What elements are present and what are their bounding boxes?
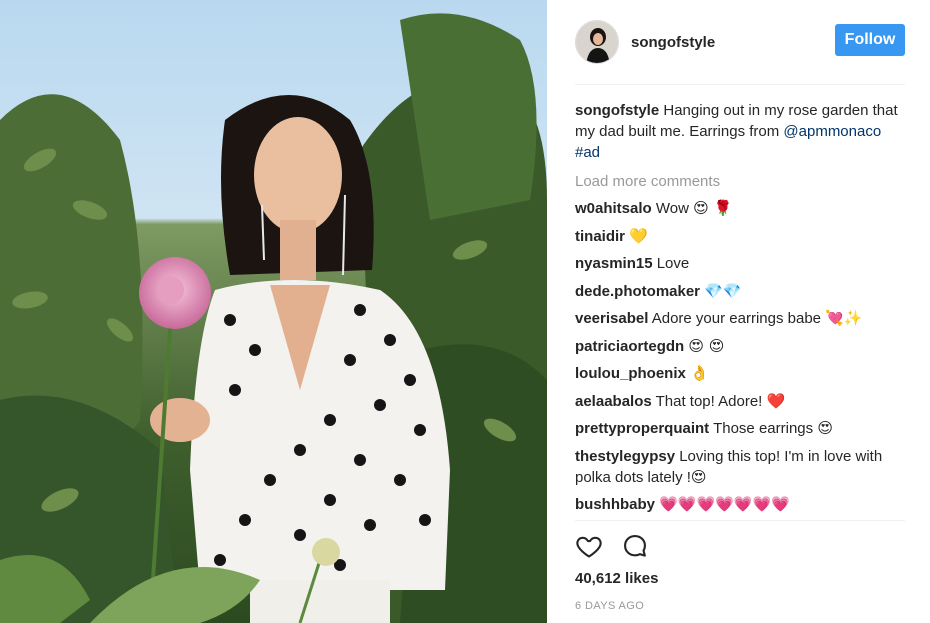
post-image xyxy=(0,13,547,623)
load-more-comments[interactable]: Load more comments xyxy=(575,171,905,192)
comment-username[interactable]: tinaidir xyxy=(575,228,625,245)
post-photo[interactable] xyxy=(0,0,547,623)
comment-item: patriciaortegdn 😍 😍 xyxy=(575,336,905,357)
comment-username[interactable]: patriciaortegdn xyxy=(575,338,684,355)
comment-emoji: 💛 xyxy=(629,226,648,245)
comment-text: Love xyxy=(652,255,690,272)
comment-username[interactable]: nyasmin15 xyxy=(575,255,653,272)
caption: songofstyle Hanging out in my rose garde… xyxy=(575,100,905,163)
header-divider xyxy=(575,84,905,85)
comment-item: nyasmin15 Love xyxy=(575,253,905,274)
comment-username[interactable]: w0ahitsalo xyxy=(575,200,652,217)
comments-divider xyxy=(575,520,905,521)
comment-text: Wow xyxy=(651,200,694,217)
comments-section: songofstyle Hanging out in my rose garde… xyxy=(575,100,905,522)
comment-text: Adore your earrings babe xyxy=(648,310,826,327)
comment-username[interactable]: bushhbaby xyxy=(575,496,655,513)
speech-bubble-icon[interactable] xyxy=(621,532,649,560)
action-bar xyxy=(575,532,667,560)
likes-count[interactable]: 40,612 likes xyxy=(575,570,658,587)
comment-emoji: 💗💗💗💗💗💗💗 xyxy=(659,495,790,513)
comment-username[interactable]: dede.photomaker xyxy=(575,283,700,300)
heart-outline-icon[interactable] xyxy=(575,532,603,560)
comment-username[interactable]: veerisabel xyxy=(575,310,648,327)
follow-button[interactable]: Follow xyxy=(835,24,905,56)
comment-username[interactable]: prettyproperquaint xyxy=(575,420,709,437)
comment-emoji: 💎💎 xyxy=(704,281,742,300)
comment-emoji: 💘✨ xyxy=(825,309,863,327)
comment-text: Those earrings xyxy=(709,420,818,437)
comment-emoji: 😍 xyxy=(817,419,833,437)
comment-emoji: 😍 🌹 xyxy=(693,199,733,217)
comment-item: tinaidir 💛 xyxy=(575,226,905,247)
comment-item: aelaabalos That top! Adore! ❤️ xyxy=(575,391,905,412)
comment-item: w0ahitsalo Wow 😍 🌹 xyxy=(575,198,905,219)
comment-username[interactable]: thestylegypsy xyxy=(575,448,675,465)
avatar-image xyxy=(576,21,618,63)
comment-emoji: ❤️ xyxy=(766,391,786,410)
comment-item: veerisabel Adore your earrings babe 💘✨ xyxy=(575,308,905,329)
comment-item: bushhbaby 💗💗💗💗💗💗💗 xyxy=(575,494,905,515)
caption-username[interactable]: songofstyle xyxy=(575,102,659,119)
comment-text: That top! Adore! xyxy=(651,392,767,410)
post-timestamp[interactable]: 6 DAYS AGO xyxy=(575,600,644,612)
comment-emoji: 👌 xyxy=(690,364,709,382)
author-username[interactable]: songofstyle xyxy=(631,34,715,51)
hashtag-link[interactable]: #ad xyxy=(575,144,600,161)
post-side-panel: songofstyle Follow songofstyle Hanging o… xyxy=(547,0,930,623)
comment-item: thestylegypsy Loving this top! I'm in lo… xyxy=(575,446,905,488)
post-header: songofstyle Follow xyxy=(575,18,905,66)
avatar[interactable] xyxy=(575,20,619,64)
comment-username[interactable]: aelaabalos xyxy=(575,393,652,410)
comment-emoji: 😍 😍 xyxy=(688,336,725,355)
comment-username[interactable]: loulou_phoenix xyxy=(575,365,686,382)
mention-link[interactable]: @apmmonaco xyxy=(783,123,881,140)
instagram-post: songofstyle Follow songofstyle Hanging o… xyxy=(0,0,930,623)
comment-item: dede.photomaker 💎💎 xyxy=(575,281,905,302)
comment-emoji: 😍 xyxy=(690,467,707,486)
comment-item: loulou_phoenix 👌 xyxy=(575,363,905,384)
comment-item: prettyproperquaint Those earrings 😍 xyxy=(575,418,905,439)
